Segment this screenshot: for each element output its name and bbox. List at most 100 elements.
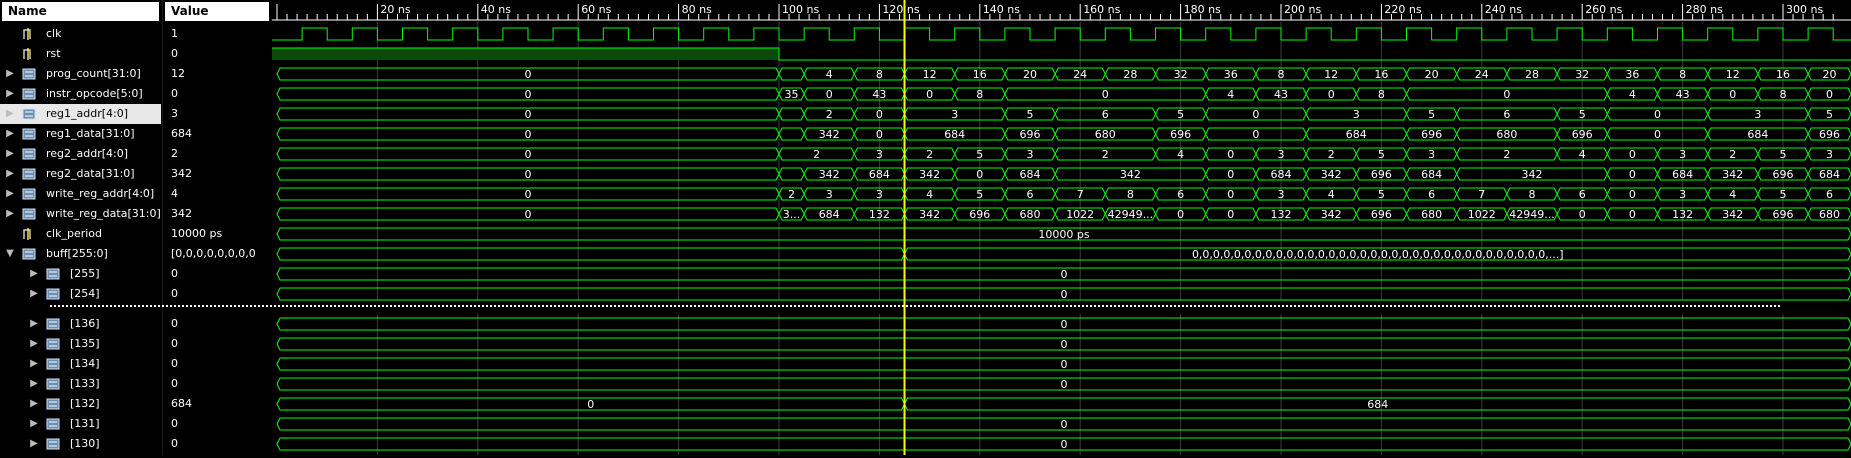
expand-arrow-icon[interactable]: ▶ <box>28 264 40 284</box>
signal-row-buff_130[interactable]: ▶[130] <box>0 434 161 454</box>
time-label: 100 ns <box>782 3 819 16</box>
bit-signal-icon <box>22 227 37 241</box>
bus-value-label: 3... <box>783 208 801 221</box>
expand-arrow-icon[interactable]: ▶ <box>4 104 16 124</box>
signal-row-buff_131[interactable]: ▶[131] <box>0 414 161 434</box>
bus-signal-icon <box>46 287 61 301</box>
signal-row-clk_period[interactable]: clk_period <box>0 224 161 244</box>
bus-value-label: 42949... <box>1509 208 1554 221</box>
bus-value-label: 5 <box>1027 108 1034 121</box>
time-label: 80 ns <box>682 3 712 16</box>
expand-arrow-icon[interactable]: ▶ <box>28 354 40 374</box>
bus-value-label: 696 <box>969 208 990 221</box>
expand-arrow-icon[interactable]: ▶ <box>4 124 16 144</box>
bus-value-label: 36 <box>1625 68 1639 81</box>
bus-value-label: 8 <box>1378 88 1385 101</box>
signal-row-prog_count[interactable]: ▶prog_count[31:0] <box>0 64 161 84</box>
bus-segment <box>779 68 804 80</box>
signal-row-buff[interactable]: ▼buff[255:0] <box>0 244 161 264</box>
signal-row-buff_132[interactable]: ▶[132] <box>0 394 161 414</box>
signal-row-clk[interactable]: clk <box>0 24 161 44</box>
bus-value-label: 680 <box>1020 208 1041 221</box>
bus-value-label: 342 <box>1722 168 1743 181</box>
signal-row-write_reg_data[interactable]: ▶write_reg_data[31:0] <box>0 204 161 224</box>
signal-row-reg2_addr[interactable]: ▶reg2_addr[4:0] <box>0 144 161 164</box>
signal-row-instr_opcode[interactable]: ▶instr_opcode[5:0] <box>0 84 161 104</box>
bus-value-label: 696 <box>1773 208 1794 221</box>
value-column-header[interactable]: Value <box>165 2 269 21</box>
bus-value-label: 5 <box>976 188 983 201</box>
expand-arrow-icon[interactable]: ▶ <box>28 334 40 354</box>
signal-row-buff_255[interactable]: ▶[255] <box>0 264 161 284</box>
bus-value-label: 0 <box>1579 208 1586 221</box>
signal-row-buff_136[interactable]: ▶[136] <box>0 314 161 334</box>
bus-value-label: 5 <box>1428 108 1435 121</box>
signal-row-buff_133[interactable]: ▶[133] <box>0 374 161 394</box>
bus-value-label: 0 <box>1177 208 1184 221</box>
signal-value-rst: 0 <box>163 44 271 64</box>
expand-arrow-icon[interactable]: ▶ <box>28 314 40 334</box>
bus-segment <box>779 128 804 140</box>
signal-row-buff_135[interactable]: ▶[135] <box>0 334 161 354</box>
bus-value-label: 36 <box>1224 68 1238 81</box>
bus-value-label: 2 <box>1102 148 1109 161</box>
name-pane: Name clkrst▶prog_count[31:0]▶instr_opcod… <box>0 0 161 455</box>
expand-arrow-icon[interactable]: ▶ <box>4 84 16 104</box>
bus-value-label: 32 <box>1174 68 1188 81</box>
time-label: 200 ns <box>1284 3 1321 16</box>
bus-value-label: 8 <box>1529 188 1536 201</box>
waveform-pane[interactable]: 20 ns40 ns60 ns80 ns100 ns120 ns140 ns16… <box>272 0 1851 455</box>
collapse-arrow-icon[interactable]: ▼ <box>4 244 16 264</box>
bus-value-label: 0 <box>1227 208 1234 221</box>
bus-value-label: 6 <box>1027 188 1034 201</box>
time-label: 60 ns <box>581 3 611 16</box>
signal-row-write_reg_addr[interactable]: ▶write_reg_addr[4:0] <box>0 184 161 204</box>
expand-arrow-icon[interactable]: ▶ <box>4 164 16 184</box>
bus-value-label: 6 <box>1503 108 1510 121</box>
signal-row-reg2_data[interactable]: ▶reg2_data[31:0] <box>0 164 161 184</box>
bus-value-label: 0 <box>976 168 983 181</box>
bus-value-label: 5 <box>1826 108 1833 121</box>
time-label: 180 ns <box>1184 3 1221 16</box>
bus-value-label: 684 <box>1819 168 1840 181</box>
expand-arrow-icon[interactable]: ▶ <box>28 414 40 434</box>
signal-row-reg1_addr[interactable]: ▶reg1_addr[4:0] <box>0 104 161 124</box>
signal-row-buff_134[interactable]: ▶[134] <box>0 354 161 374</box>
bus-value-label: 0 <box>1061 378 1068 391</box>
expand-arrow-icon[interactable]: ▶ <box>28 374 40 394</box>
bus-value-label: 684 <box>944 128 965 141</box>
signal-row-buff_254[interactable]: ▶[254] <box>0 284 161 304</box>
bus-value-label: 5 <box>1579 108 1586 121</box>
name-column-header[interactable]: Name <box>2 2 159 21</box>
time-label: 280 ns <box>1686 3 1723 16</box>
expand-arrow-icon[interactable]: ▶ <box>28 284 40 304</box>
bus-value-label: 0 <box>1654 108 1661 121</box>
bus-value-label: 696 <box>1170 128 1191 141</box>
bus-value-label: 0 <box>1061 438 1068 451</box>
bus-value-label: 0 <box>525 148 532 161</box>
signal-value-clk: 1 <box>163 24 271 44</box>
waveform-canvas[interactable]: 20 ns40 ns60 ns80 ns100 ns120 ns140 ns16… <box>272 0 1851 455</box>
bus-value-label: 342 <box>919 208 940 221</box>
bus-signal-icon <box>46 267 61 281</box>
time-label: 220 ns <box>1384 3 1421 16</box>
expand-arrow-icon[interactable]: ▶ <box>4 204 16 224</box>
expand-arrow-icon[interactable]: ▶ <box>28 434 40 454</box>
signal-row-reg1_data[interactable]: ▶reg1_data[31:0] <box>0 124 161 144</box>
bus-signal-icon <box>22 127 37 141</box>
bus-segment <box>779 108 804 120</box>
signal-value-write_reg_addr: 4 <box>163 184 271 204</box>
bus-value-label: 28 <box>1525 68 1539 81</box>
expand-arrow-icon[interactable]: ▶ <box>4 184 16 204</box>
bus-value-label: 342 <box>919 168 940 181</box>
time-label: 300 ns <box>1786 3 1823 16</box>
expand-arrow-icon[interactable]: ▶ <box>4 64 16 84</box>
bus-value-label: 0 <box>525 168 532 181</box>
expand-arrow-icon[interactable]: ▶ <box>4 144 16 164</box>
signal-row-rst[interactable]: rst <box>0 44 161 64</box>
signal-value-buff_135: 0 <box>163 334 271 354</box>
bus-value-label: 0 <box>1227 168 1234 181</box>
bus-signal-icon <box>22 167 37 181</box>
bus-value-label: 0 <box>525 208 532 221</box>
expand-arrow-icon[interactable]: ▶ <box>28 394 40 414</box>
